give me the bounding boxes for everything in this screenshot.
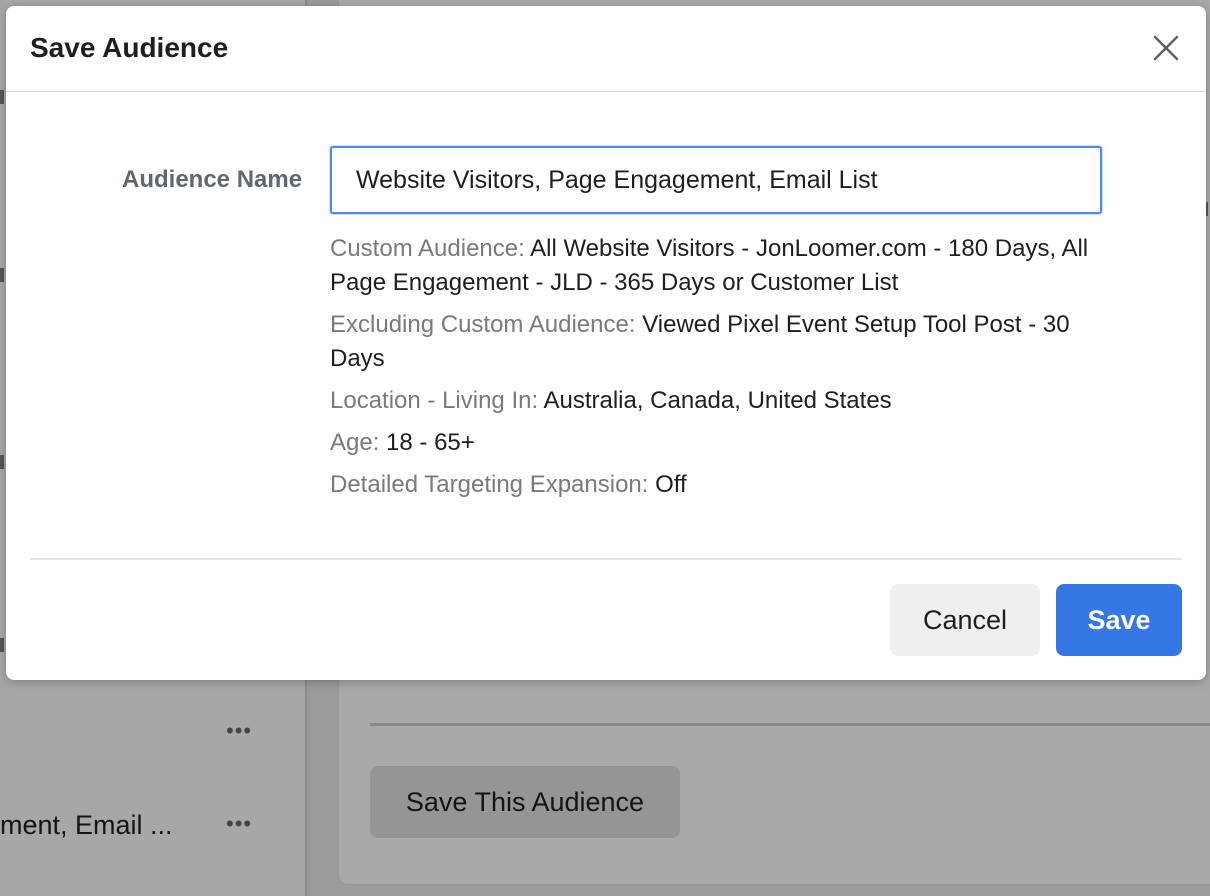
summary-key: Age: bbox=[330, 429, 387, 456]
summary-key: Custom Audience: bbox=[330, 235, 531, 262]
audience-name-input[interactable] bbox=[330, 146, 1102, 214]
background-audience-row-text: ment, Email ... bbox=[0, 810, 173, 840]
audience-summary: Custom Audience: All Website Visitors - … bbox=[330, 232, 1110, 510]
summary-excluding-audience: Excluding Custom Audience: Viewed Pixel … bbox=[330, 308, 1110, 376]
background-partial-glyph bbox=[0, 455, 4, 469]
save-this-audience-button[interactable]: Save This Audience bbox=[370, 766, 680, 838]
dialog-header: Save Audience bbox=[6, 6, 1206, 92]
summary-key: Location - Living In: bbox=[330, 387, 544, 414]
background-partial-glyph bbox=[0, 268, 4, 282]
dialog-title: Save Audience bbox=[30, 32, 229, 63]
save-button[interactable]: Save bbox=[1056, 584, 1182, 656]
audience-name-label: Audience Name bbox=[122, 166, 303, 193]
background-partial-glyph bbox=[0, 638, 4, 652]
more-options-icon[interactable]: ••• bbox=[226, 811, 252, 837]
more-options-icon[interactable]: ••• bbox=[226, 718, 252, 744]
save-audience-dialog: Save Audience Audience Name Custom Audie… bbox=[6, 6, 1206, 680]
close-button[interactable] bbox=[1146, 28, 1186, 68]
background-partial-glyph bbox=[0, 90, 4, 104]
summary-targeting-expansion: Detailed Targeting Expansion: Off bbox=[330, 468, 1110, 502]
summary-value: Australia, Canada, United States bbox=[543, 387, 892, 414]
summary-value: Off bbox=[655, 471, 687, 498]
close-icon bbox=[1153, 35, 1179, 61]
footer-divider bbox=[30, 558, 1182, 560]
summary-key: Excluding Custom Audience: bbox=[330, 311, 643, 338]
cancel-button[interactable]: Cancel bbox=[890, 584, 1040, 656]
summary-key: Detailed Targeting Expansion: bbox=[330, 471, 656, 498]
summary-age: Age: 18 - 65+ bbox=[330, 426, 1110, 460]
background-card-divider bbox=[370, 723, 1210, 726]
summary-custom-audience: Custom Audience: All Website Visitors - … bbox=[330, 232, 1110, 300]
summary-location: Location - Living In: Australia, Canada,… bbox=[330, 384, 1110, 418]
summary-value: 18 - 65+ bbox=[386, 429, 475, 456]
